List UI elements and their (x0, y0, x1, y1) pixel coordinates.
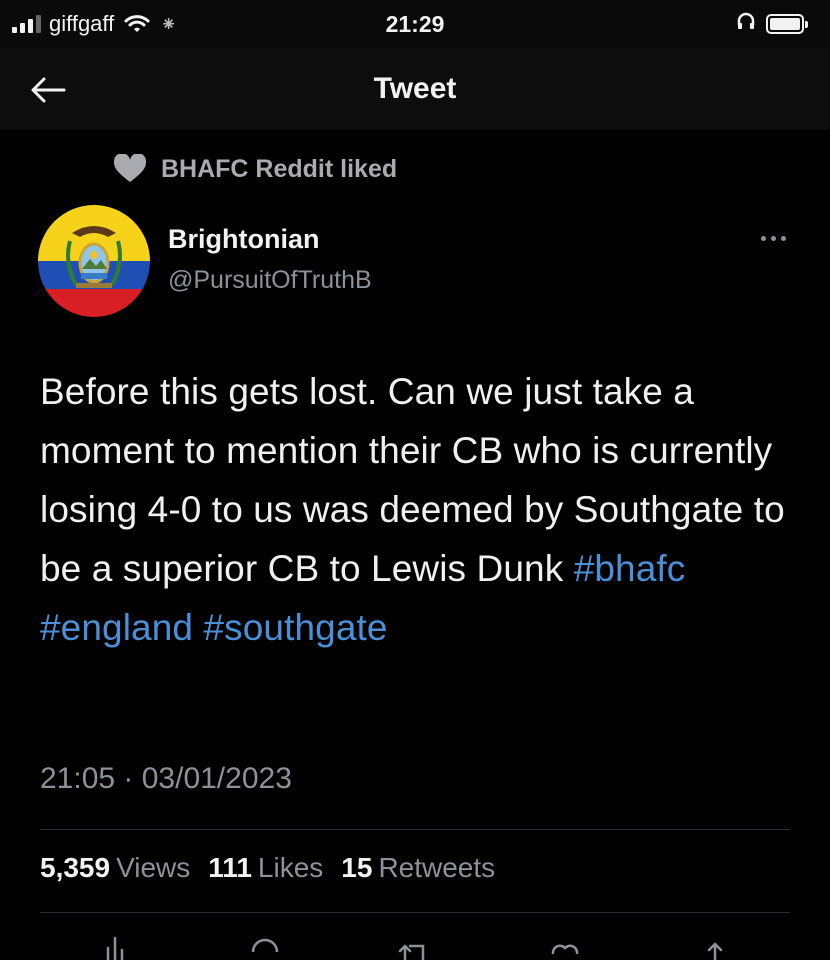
reply-button[interactable] (243, 930, 287, 960)
share-button[interactable] (693, 930, 737, 960)
signal-strength-icon (12, 15, 41, 33)
analytics-icon (106, 936, 124, 960)
tweet-detail-screen: giffgaff ⁕ 21:29 Tweet BHAFC Reddit like… (0, 0, 830, 960)
views-stat[interactable]: 5,359 Views (40, 852, 190, 884)
author-name[interactable]: Brightonian (168, 224, 319, 255)
author-handle[interactable]: @PursuitOfTruthB (168, 266, 372, 295)
headphones-icon (736, 11, 756, 37)
retweets-stat[interactable]: 15 Retweets (341, 852, 495, 884)
more-options-button[interactable] (752, 226, 794, 250)
social-context-label: BHAFC Reddit liked (161, 154, 398, 183)
action-bar (40, 930, 790, 960)
divider (40, 912, 790, 913)
hashtag-link[interactable]: #southgate (203, 607, 387, 648)
analytics-button[interactable] (93, 930, 137, 960)
share-icon (707, 942, 723, 960)
heart-icon (113, 154, 147, 182)
tweet-timestamp: 21:05 · 03/01/2023 (40, 762, 292, 795)
retweets-label: Retweets (378, 852, 496, 883)
hashtag-link[interactable]: #england (40, 607, 193, 648)
like-icon (551, 944, 579, 955)
retweet-icon (398, 944, 425, 960)
divider (40, 829, 790, 830)
likes-count: 111 (208, 852, 252, 883)
hashtag-link[interactable]: #bhafc (574, 548, 686, 589)
likes-label: Likes (257, 852, 324, 883)
arrow-left-icon (31, 77, 66, 103)
more-horizontal-icon (760, 235, 766, 241)
battery-icon (766, 14, 808, 34)
views-label: Views (116, 852, 191, 883)
social-context[interactable]: BHAFC Reddit liked (113, 154, 397, 184)
status-bar: giffgaff ⁕ 21:29 (0, 0, 830, 48)
reply-icon (251, 938, 279, 953)
retweet-button[interactable] (393, 930, 437, 960)
nav-header: Tweet (0, 48, 830, 130)
page-title: Tweet (373, 72, 457, 105)
tweet-text: Before this gets lost. Can we just take … (40, 362, 800, 657)
back-button[interactable] (26, 70, 70, 110)
wifi-icon (124, 14, 150, 34)
retweets-count: 15 (341, 852, 373, 883)
views-count: 5,359 (40, 852, 111, 883)
carrier-name: giffgaff (49, 11, 115, 36)
like-button[interactable] (543, 930, 587, 960)
activity-spinner-icon: ⁕ (160, 13, 178, 36)
avatar[interactable] (38, 205, 150, 317)
tweet-stats: 5,359 Views 111 Likes 15 Retweets (40, 852, 495, 884)
likes-stat[interactable]: 111 Likes (208, 852, 323, 884)
